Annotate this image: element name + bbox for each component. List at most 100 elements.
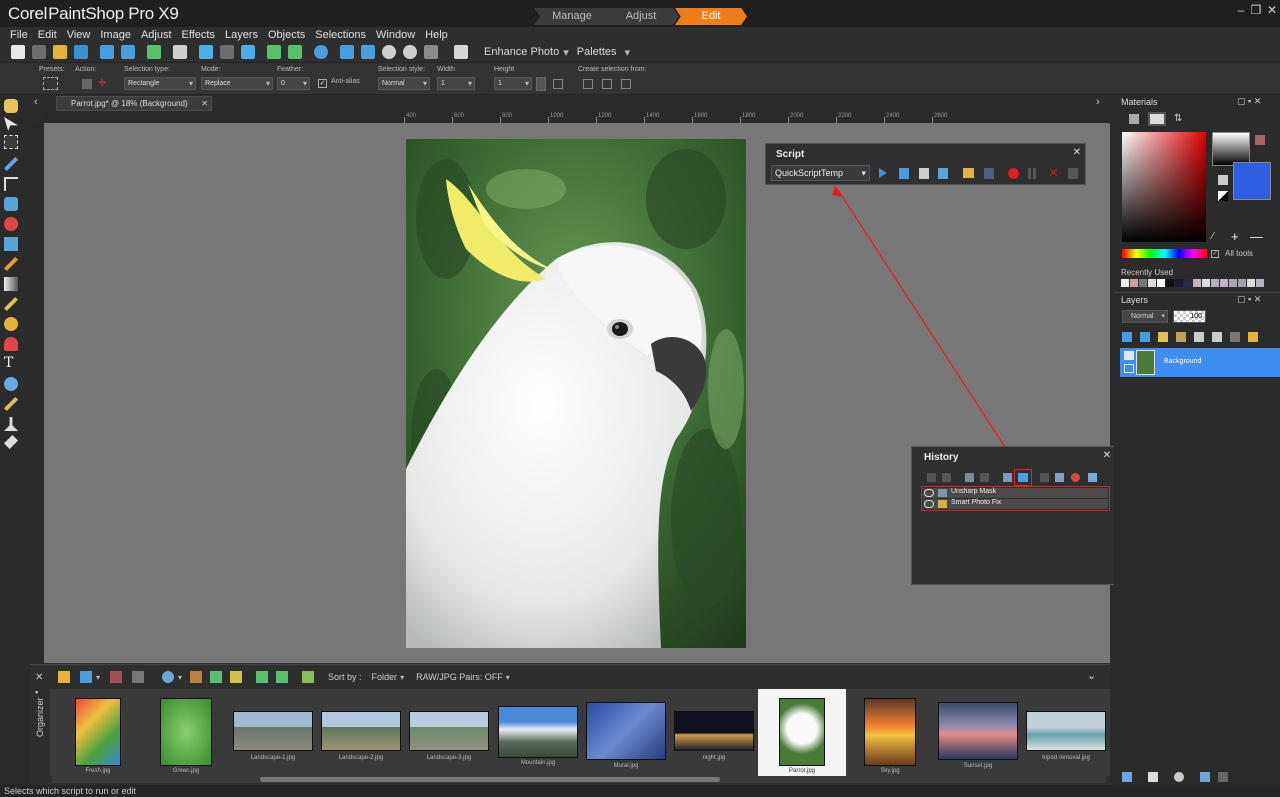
brush-tool-icon[interactable] (4, 257, 18, 271)
menu-adjust[interactable]: Adjust (141, 28, 172, 42)
record-icon[interactable] (1008, 168, 1019, 179)
close-icon[interactable]: ✕ (1073, 147, 1081, 158)
menu-window[interactable]: Window (376, 28, 415, 42)
new-mask-icon[interactable] (1194, 332, 1204, 342)
palettes-menu[interactable]: Palettes (577, 46, 617, 58)
background-swatch[interactable] (1233, 162, 1271, 200)
new-group-icon[interactable] (1140, 332, 1150, 342)
menu-selections[interactable]: Selections (315, 28, 366, 42)
minimize-icon[interactable]: – (1233, 2, 1249, 18)
menu-edit[interactable]: Edit (38, 28, 57, 42)
gradient-tool-icon[interactable] (4, 277, 18, 291)
red-eye-tool-icon[interactable] (4, 217, 18, 231)
info-icon[interactable] (1200, 772, 1210, 782)
from-merged-icon[interactable] (621, 79, 631, 89)
custom-selection-icon[interactable] (553, 79, 563, 89)
recent-swatch[interactable] (1220, 279, 1228, 287)
options-icon[interactable] (1088, 473, 1097, 482)
recent-swatch[interactable] (1238, 279, 1246, 287)
recent-swatch[interactable] (1211, 279, 1219, 287)
info-icon[interactable] (314, 45, 328, 59)
document-tab[interactable]: Parrot.jpg* @ 18% (Background) ✕ (56, 96, 212, 111)
view-mode-icon[interactable] (80, 671, 92, 683)
zoom-in-icon[interactable] (403, 45, 417, 59)
open-folder-icon[interactable] (53, 45, 67, 59)
paint-tool-icon[interactable] (4, 337, 18, 351)
eraser-tool-icon[interactable] (4, 435, 18, 449)
menu-objects[interactable]: Objects (268, 28, 305, 42)
clear-history-icon[interactable] (1055, 473, 1064, 482)
compare-icon[interactable] (230, 671, 243, 683)
warp-tool-icon[interactable] (4, 417, 18, 431)
copy-to-clipboard-icon[interactable] (1003, 473, 1012, 482)
swap-colors-icon[interactable] (1218, 175, 1228, 185)
menu-effects[interactable]: Effects (182, 28, 215, 42)
rainbow-tab-icon[interactable] (1148, 112, 1166, 126)
remove-swatch-icon[interactable]: — (1250, 229, 1263, 244)
restore-icon[interactable]: ❐ (1248, 2, 1264, 18)
from-all-layers-icon[interactable] (602, 79, 612, 89)
print-icon[interactable] (173, 45, 187, 59)
close-icon[interactable]: ✕ (1264, 2, 1280, 18)
width-input[interactable]: 1 (437, 77, 475, 90)
close-tab-icon[interactable]: ✕ (201, 97, 208, 110)
fit-window-icon[interactable] (340, 45, 354, 59)
lock-icon[interactable] (1248, 332, 1258, 342)
shape-tool-icon[interactable] (4, 377, 18, 391)
selection-style-dropdown[interactable]: Normal (378, 77, 430, 90)
tab-edit[interactable]: Edit (675, 8, 747, 25)
history-item[interactable]: Smart Photo Fix (923, 499, 1108, 509)
palette-controls-icon[interactable]: ▢ ▪ ✕ (1237, 96, 1261, 107)
feather-input[interactable]: 0 (277, 77, 310, 90)
add-swatch-icon[interactable]: + (1231, 229, 1239, 244)
workspace-icon[interactable] (454, 45, 468, 59)
save-recording-icon[interactable] (1068, 168, 1078, 179)
scan-icon[interactable] (74, 45, 88, 59)
recent-swatch[interactable] (1157, 279, 1165, 287)
recent-swatch[interactable] (1148, 279, 1156, 287)
menu-view[interactable]: View (67, 28, 91, 42)
undo-icon[interactable] (927, 473, 936, 482)
new-from-icon[interactable] (32, 45, 46, 59)
remove-action-icon[interactable]: ✛ (98, 79, 108, 89)
scrollbar-thumb[interactable] (260, 777, 720, 782)
action-icon[interactable] (82, 79, 92, 89)
foreground-swatch[interactable] (1212, 132, 1250, 166)
smart-fix-icon[interactable] (302, 671, 315, 683)
actual-size-icon[interactable] (361, 45, 375, 59)
reset-colors-icon[interactable] (1218, 191, 1228, 201)
cancel-record-icon[interactable]: ✕ (1048, 165, 1059, 181)
edit-script-icon[interactable] (919, 168, 929, 179)
tab-adjust[interactable]: Adjust (603, 8, 679, 25)
all-tools-checkbox[interactable]: ✓ (1211, 250, 1219, 258)
layer-style-icon[interactable] (1176, 332, 1186, 342)
save-icon[interactable] (100, 45, 114, 59)
redo-icon[interactable] (220, 45, 234, 59)
tab-manage[interactable]: Manage (534, 8, 610, 25)
eye-icon[interactable] (924, 489, 934, 497)
mode-dropdown[interactable]: Replace (201, 77, 273, 90)
raw-jpg-pairs-toggle[interactable]: RAW/JPG Pairs: OFF (416, 672, 503, 682)
swatches-tab-icon[interactable]: ⇅ (1174, 114, 1184, 124)
layer-lock-icon[interactable] (1124, 364, 1134, 373)
palette-controls-icon[interactable]: ▢ ▪ ✕ (1237, 294, 1261, 305)
dropper-icon[interactable]: ⁄ (1212, 231, 1214, 242)
open-script-icon[interactable] (963, 168, 974, 178)
foreground-texture-icon[interactable] (1255, 135, 1265, 145)
organizer-scrollbar[interactable] (52, 776, 1106, 783)
delete-icon[interactable] (1218, 772, 1228, 782)
visibility-icon[interactable] (1124, 351, 1134, 360)
share-icon[interactable] (147, 45, 161, 59)
recent-swatch[interactable] (1121, 279, 1129, 287)
delete-icon[interactable] (1071, 473, 1080, 482)
dropper-tool-icon[interactable] (4, 157, 18, 171)
crop-tool-icon[interactable] (4, 177, 18, 191)
color-picker-square[interactable] (1122, 132, 1206, 242)
clone-tool-icon[interactable] (4, 237, 18, 251)
pen-tool-icon[interactable] (4, 397, 18, 411)
properties-icon[interactable] (1212, 332, 1222, 342)
full-screen-icon[interactable] (424, 45, 438, 59)
recent-swatch[interactable] (1256, 279, 1264, 287)
parrot-photo[interactable] (406, 139, 746, 648)
people-icon[interactable] (162, 671, 175, 683)
